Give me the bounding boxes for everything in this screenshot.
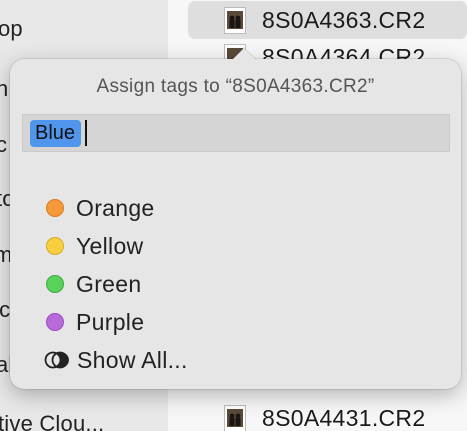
- popover-title: Assign tags to “8S0A4363.CR2”: [96, 76, 375, 97]
- tag-token[interactable]: Blue: [30, 119, 82, 147]
- text-caret: [85, 120, 88, 146]
- sidebar-item[interactable]: tive Clou...: [0, 411, 104, 431]
- tag-item-yellow[interactable]: Yellow: [46, 227, 188, 265]
- file-name: 8S0A4431.CR2: [262, 404, 426, 431]
- tags-input[interactable]: Blue: [22, 114, 450, 152]
- purple-tag-dot-icon: [46, 313, 64, 331]
- tag-label: Orange: [76, 194, 155, 221]
- image-thumbnail-icon: [224, 404, 246, 431]
- sidebar-item[interactable]: n: [0, 76, 8, 102]
- tag-item-green[interactable]: Green: [46, 265, 188, 303]
- show-all-label: Show All...: [77, 346, 188, 373]
- orange-tag-dot-icon: [46, 199, 64, 217]
- tag-label: Yellow: [76, 232, 144, 259]
- tag-list: Orange Yellow Green Purple Show All...: [44, 189, 188, 379]
- sidebar-item[interactable]: op: [0, 16, 23, 42]
- image-thumbnail-icon: [224, 6, 246, 34]
- finder-window: op n c to m ic al tive Clou... 8S0A4363.…: [0, 0, 467, 431]
- overlapping-circles-icon: [44, 350, 74, 370]
- popover-arrow: [232, 48, 256, 60]
- file-name: 8S0A4363.CR2: [262, 6, 426, 33]
- show-all-tags-item[interactable]: Show All...: [44, 341, 188, 379]
- sidebar-item[interactable]: ic: [0, 297, 10, 323]
- tag-item-purple[interactable]: Purple: [46, 303, 188, 341]
- green-tag-dot-icon: [46, 275, 64, 293]
- tag-label: Green: [76, 270, 142, 297]
- tag-label: Purple: [76, 308, 145, 335]
- tag-item-orange[interactable]: Orange: [46, 189, 188, 227]
- assign-tags-popover: Assign tags to “8S0A4363.CR2” Blue Orang…: [10, 48, 461, 389]
- sidebar-item[interactable]: c: [0, 132, 7, 158]
- file-row[interactable]: 8S0A4431.CR2: [188, 399, 467, 431]
- file-row[interactable]: 8S0A4363.CR2: [188, 1, 467, 39]
- yellow-tag-dot-icon: [46, 237, 64, 255]
